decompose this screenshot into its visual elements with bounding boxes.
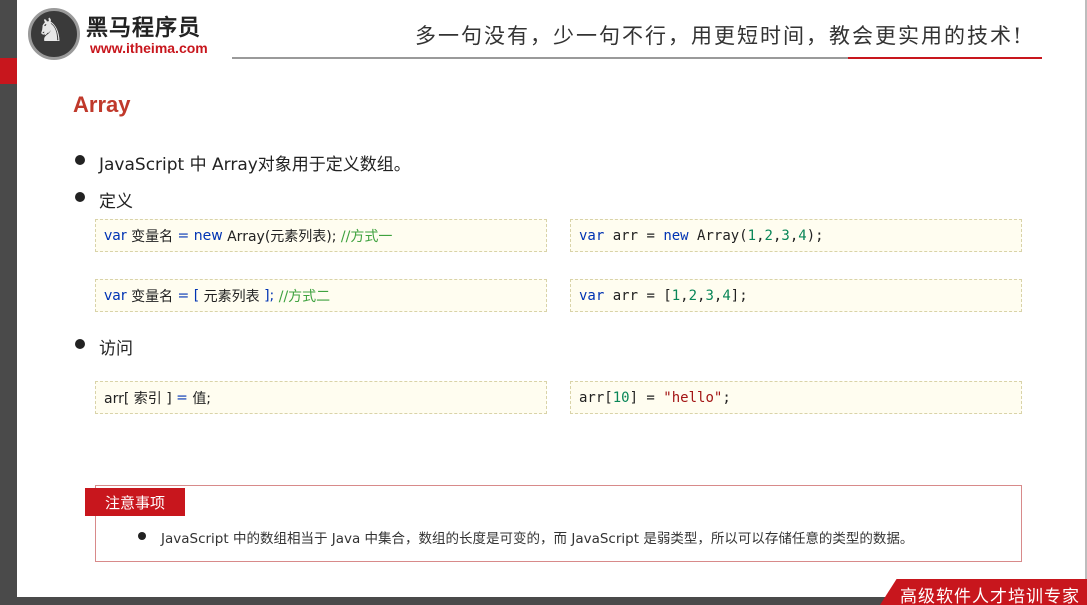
logo: ♞ 黑马程序员 www.itheima.com [28, 8, 228, 60]
code-number: 2 [764, 227, 773, 244]
code-number: 4 [722, 287, 731, 304]
bullet-icon [75, 155, 85, 165]
code-access-example: arr[10] = "hello"; [570, 381, 1022, 414]
note-text: JavaScript 中的数组相当于 Java 中集合，数组的长度是可变的，而 … [161, 531, 914, 547]
code-token: arr[ [579, 389, 613, 406]
code-access-syntax: arr[ 索引 ] = 值; [95, 381, 547, 414]
code-token: ); [806, 227, 824, 244]
bullet-access: 访问 [99, 339, 133, 359]
code-token: Array( [688, 227, 748, 244]
code-token: 元素列表 [203, 288, 265, 305]
horse-icon: ♞ [36, 11, 65, 49]
code-token: = [177, 227, 194, 244]
note-label: 注意事项 [85, 488, 185, 516]
logo-name: 黑马程序员 [86, 16, 202, 41]
code-token: new [193, 227, 223, 244]
code-number: 2 [688, 287, 698, 304]
code-comment: //方式一 [340, 228, 393, 245]
code-token: arr[ 索引 ] [104, 390, 177, 407]
code-token: new [663, 227, 689, 244]
code-number: 1 [747, 227, 757, 244]
bullet-intro: JavaScript 中 Array对象用于定义数组。 [99, 155, 411, 175]
code-token: 值; [192, 390, 212, 407]
code-token: ; [722, 389, 731, 406]
left-accent-bar [0, 0, 17, 605]
code-define-syntax-1: var 变量名 = new Array(元素列表); //方式一 [95, 219, 547, 252]
code-token: ] = [629, 389, 664, 406]
code-number: 10 [612, 389, 630, 406]
code-comment: //方式二 [278, 288, 331, 305]
code-token: var [104, 227, 127, 244]
note-box [95, 485, 1022, 562]
code-token: 变量名 [126, 288, 178, 305]
bullet-icon [75, 339, 85, 349]
header-divider-accent [848, 57, 1042, 59]
code-token: ]; [730, 287, 748, 304]
left-accent-red [0, 58, 17, 84]
code-token: var [579, 227, 605, 244]
bullet-icon [138, 532, 146, 540]
code-number: 3 [781, 227, 790, 244]
code-token: = [176, 389, 193, 406]
code-token: = [177, 287, 194, 304]
code-number: 3 [705, 287, 714, 304]
code-token: 变量名 [126, 228, 178, 245]
bullet-define: 定义 [99, 192, 133, 212]
code-token: Array(元素列表); [222, 228, 341, 245]
code-token: var [579, 287, 605, 304]
code-define-example-1: var arr = new Array(1, 2, 3, 4); [570, 219, 1022, 252]
slogan: 多一句没有，少一句不行，用更短时间，教会更实用的技术! [415, 24, 1024, 48]
code-define-example-2: var arr = [1, 2, 3, 4]; [570, 279, 1022, 312]
code-token: arr = [ [604, 287, 672, 304]
code-token: var [104, 287, 127, 304]
code-number: 4 [798, 227, 807, 244]
code-token: ]; [264, 287, 279, 304]
code-number: 1 [671, 287, 681, 304]
code-token: arr = [604, 227, 664, 244]
code-token: [ [193, 287, 204, 304]
slide-title: Array [73, 92, 131, 117]
code-string: "hello" [663, 389, 723, 406]
code-define-syntax-2: var 变量名 = [ 元素列表 ]; //方式二 [95, 279, 547, 312]
logo-url: www.itheima.com [90, 40, 208, 56]
bullet-icon [75, 192, 85, 202]
footer-text: 高级软件人才培训专家 [900, 587, 1080, 605]
